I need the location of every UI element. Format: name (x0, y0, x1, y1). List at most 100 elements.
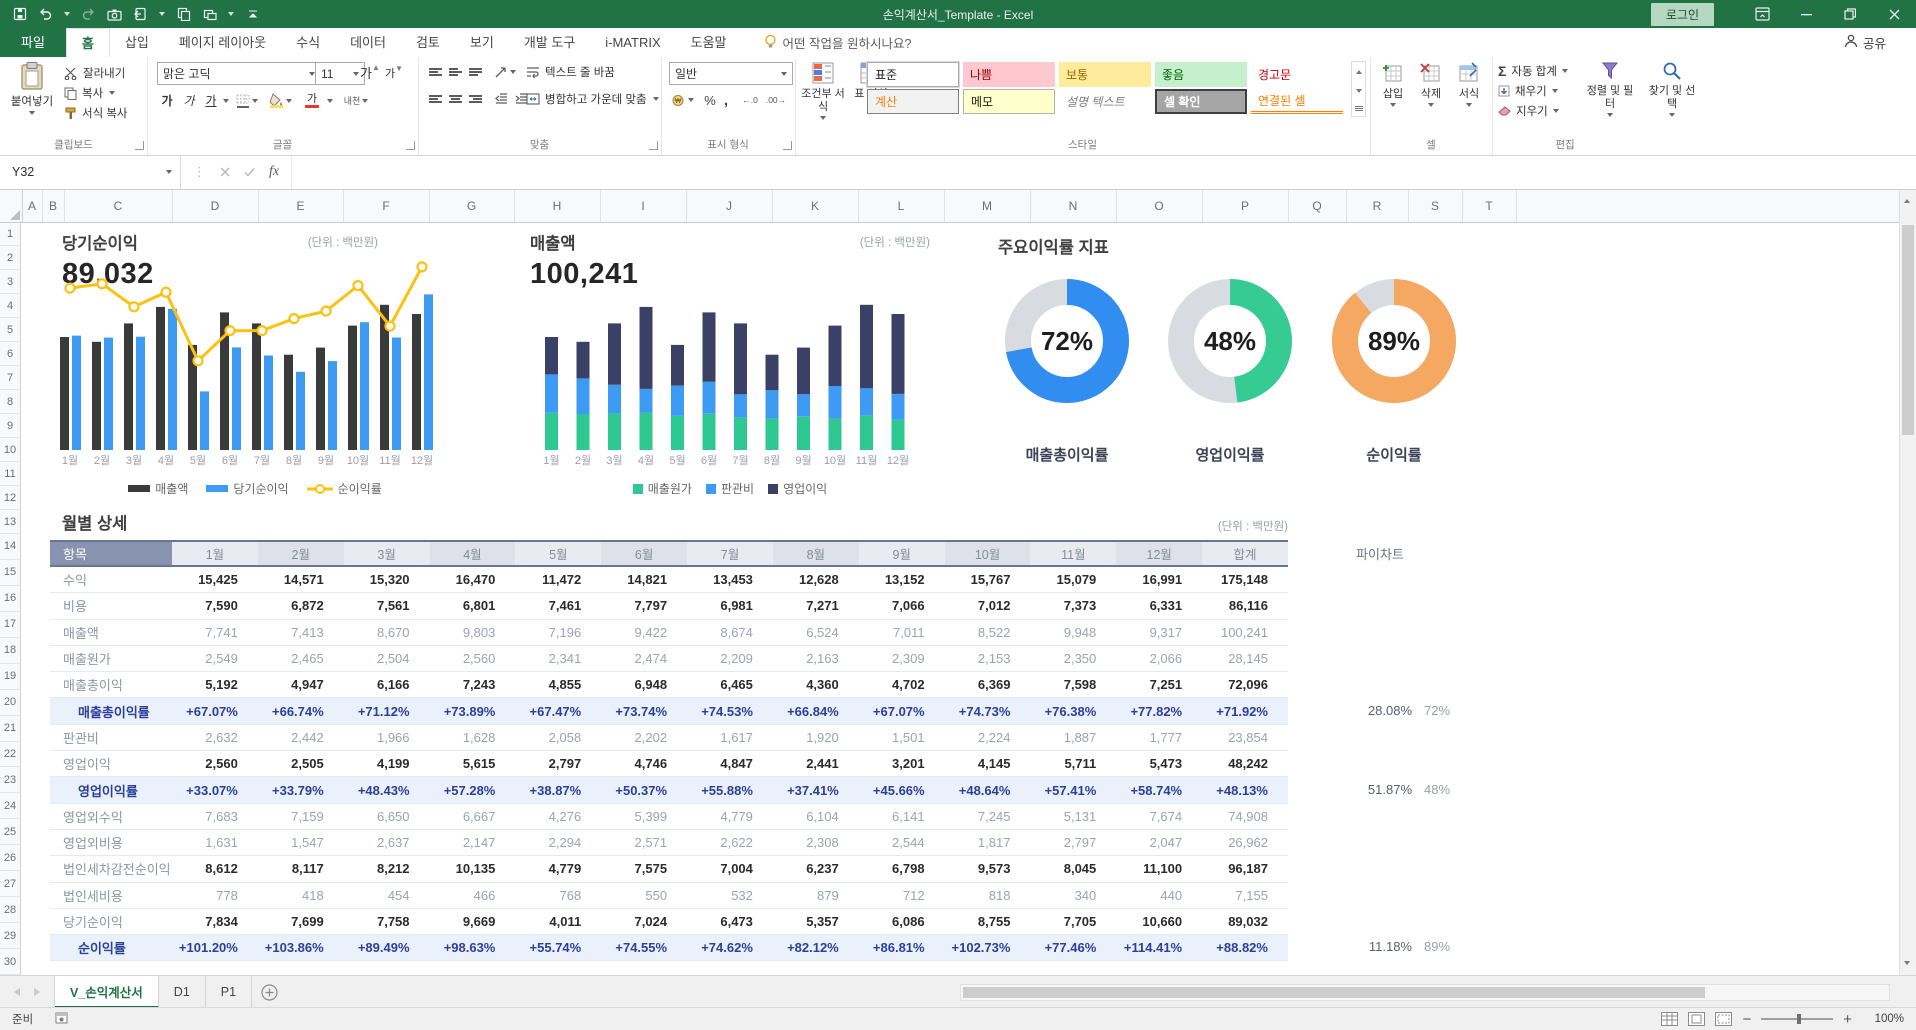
cell-당기순이익-5월[interactable]: 4,011 (515, 914, 601, 929)
row-header-4[interactable]: 4 (0, 294, 21, 318)
cell-영업외비용-6월[interactable]: 2,571 (601, 835, 687, 850)
row-header-13[interactable]: 13 (0, 510, 21, 534)
cell-비용-11월[interactable]: 7,373 (1030, 598, 1116, 613)
zoom-out-button[interactable]: − (1742, 1011, 1751, 1028)
currency-format-button[interactable]: ₩ (669, 90, 697, 110)
align-middle-button[interactable] (446, 63, 464, 81)
add-sheet-button[interactable] (252, 976, 286, 1008)
copy-cells-button[interactable] (176, 7, 191, 22)
column-header-H[interactable]: H (514, 189, 601, 222)
cell-영업이익률-2월[interactable]: +33.79% (258, 783, 344, 798)
cell-매출액-5월[interactable]: 7,196 (515, 625, 601, 640)
header-10월[interactable]: 10월 (945, 542, 1031, 565)
header-7월[interactable]: 7월 (687, 542, 773, 565)
cell-영업외수익-1월[interactable]: 7,683 (172, 809, 258, 824)
zoom-in-button[interactable]: + (1843, 1011, 1852, 1028)
cell-영업이익률-11월[interactable]: +57.41% (1030, 783, 1116, 798)
ribbon-tab-검토[interactable]: 검토 (401, 28, 455, 57)
cell-순이익률-10월[interactable]: +102.73% (945, 940, 1031, 955)
cell-매출액-11월[interactable]: 9,948 (1030, 625, 1116, 640)
cell-매출총이익-6월[interactable]: 6,948 (601, 677, 687, 692)
cell-판관비-8월[interactable]: 1,920 (773, 730, 859, 745)
paste-values-dropdown-icon[interactable] (159, 12, 165, 16)
cell-법인세비용-9월[interactable]: 712 (859, 888, 945, 903)
page-layout-view-button[interactable] (1688, 1012, 1705, 1026)
ribbon-tab-개발 도구[interactable]: 개발 도구 (509, 28, 590, 57)
column-header-D[interactable]: D (172, 189, 259, 222)
ribbon-tab-삽입[interactable]: 삽입 (110, 28, 164, 57)
cell-수익-4월[interactable]: 16,470 (430, 572, 516, 587)
select-all-button[interactable] (0, 189, 23, 222)
save-icon[interactable] (12, 7, 27, 22)
cell-영업외비용-11월[interactable]: 2,797 (1030, 835, 1116, 850)
font-size-select[interactable]: 11 (315, 62, 365, 85)
cell-영업이익-11월[interactable]: 5,711 (1030, 756, 1116, 771)
undo-dropdown-icon[interactable] (64, 12, 70, 16)
cell-영업외비용-합계[interactable]: 26,962 (1202, 835, 1288, 850)
row-header-21[interactable]: 21 (0, 716, 21, 742)
cell-매출액-8월[interactable]: 6,524 (773, 625, 859, 640)
cell-판관비-7월[interactable]: 1,617 (687, 730, 773, 745)
format-cells-button[interactable]: 서식 (1452, 62, 1486, 107)
ribbon-tab-i-MATRIX[interactable]: i-MATRIX (590, 28, 675, 57)
row-header-1[interactable]: 1 (0, 222, 21, 246)
cell-영업외수익-9월[interactable]: 6,141 (859, 809, 945, 824)
cell-법인세차감전순이익-10월[interactable]: 9,573 (945, 861, 1031, 876)
cell-법인세차감전순이익-11월[interactable]: 8,045 (1030, 861, 1116, 876)
cell-매출원가-3월[interactable]: 2,504 (344, 651, 430, 666)
align-center-button[interactable] (446, 90, 464, 108)
header-item-col[interactable]: 항목 (50, 542, 172, 565)
row-header-7[interactable]: 7 (0, 366, 21, 390)
row-header-9[interactable]: 9 (0, 414, 21, 438)
format-painter-button[interactable]: 서식 복사 (64, 104, 128, 122)
cell-순이익률-8월[interactable]: +82.12% (773, 940, 859, 955)
page-break-view-button[interactable] (1715, 1012, 1732, 1026)
cell-매출액-9월[interactable]: 7,011 (859, 625, 945, 640)
cell-수익-11월[interactable]: 15,079 (1030, 572, 1116, 587)
zoom-slider[interactable] (1761, 1018, 1833, 1020)
cell-순이익률-2월[interactable]: +103.86% (258, 940, 344, 955)
row-header-10[interactable]: 10 (0, 438, 21, 462)
paste-values-button[interactable] (133, 7, 148, 22)
cell-영업외비용-10월[interactable]: 1,817 (945, 835, 1031, 850)
cell-style-neutral[interactable]: 보통 (1059, 62, 1151, 87)
cell-style-normal[interactable]: 표준 (867, 62, 959, 87)
cell-판관비-12월[interactable]: 1,777 (1116, 730, 1202, 745)
cell-당기순이익-11월[interactable]: 7,705 (1030, 914, 1116, 929)
cell-영업이익률-9월[interactable]: +45.66% (859, 783, 945, 798)
number-dialog-launcher[interactable] (783, 141, 792, 150)
column-header-T[interactable]: T (1462, 189, 1517, 222)
paste-button[interactable]: 붙여넣기 (4, 61, 60, 115)
cell-법인세비용-7월[interactable]: 532 (687, 888, 773, 903)
cell-매출총이익-5월[interactable]: 4,855 (515, 677, 601, 692)
cell-법인세비용-12월[interactable]: 440 (1116, 888, 1202, 903)
grow-font-button[interactable]: 가▲ (359, 62, 381, 83)
cell-순이익률-6월[interactable]: +74.55% (601, 940, 687, 955)
cell-style-warning[interactable]: 경고문 (1251, 62, 1343, 87)
cell-영업외수익-6월[interactable]: 5,399 (601, 809, 687, 824)
cell-영업외비용-1월[interactable]: 1,631 (172, 835, 258, 850)
comma-style-button[interactable]: , (719, 90, 733, 110)
cell-당기순이익-4월[interactable]: 9,669 (430, 914, 516, 929)
decrease-decimal-button[interactable]: .00→ (763, 90, 789, 110)
vertical-scrollbar[interactable] (1899, 189, 1916, 975)
cell-매출원가-10월[interactable]: 2,153 (945, 651, 1031, 666)
cell-매출총이익률-6월[interactable]: +73.74% (601, 704, 687, 719)
cell-법인세비용-5월[interactable]: 768 (515, 888, 601, 903)
cell-매출총이익률-4월[interactable]: +73.89% (430, 704, 516, 719)
insert-cells-button[interactable]: 삽입 (1376, 62, 1410, 107)
orientation-button[interactable] (492, 63, 518, 81)
cell-비용-6월[interactable]: 7,797 (601, 598, 687, 613)
cell-비용-8월[interactable]: 7,271 (773, 598, 859, 613)
cell-영업이익률-합계[interactable]: +48.13% (1202, 783, 1288, 798)
cell-영업외비용-8월[interactable]: 2,308 (773, 835, 859, 850)
cell-순이익률-12월[interactable]: +114.41% (1116, 940, 1202, 955)
row-header-6[interactable]: 6 (0, 342, 21, 366)
table-row-매출원가[interactable]: 매출원가2,5492,4652,5042,5602,3412,4742,2092… (50, 646, 1288, 672)
cell-순이익률-3월[interactable]: +89.49% (344, 940, 430, 955)
cell-법인세비용-6월[interactable]: 550 (601, 888, 687, 903)
cell-매출원가-5월[interactable]: 2,341 (515, 651, 601, 666)
cell-매출총이익률-7월[interactable]: +74.53% (687, 704, 773, 719)
paste-dropdown-icon[interactable] (29, 111, 35, 115)
cell-법인세차감전순이익-7월[interactable]: 7,004 (687, 861, 773, 876)
